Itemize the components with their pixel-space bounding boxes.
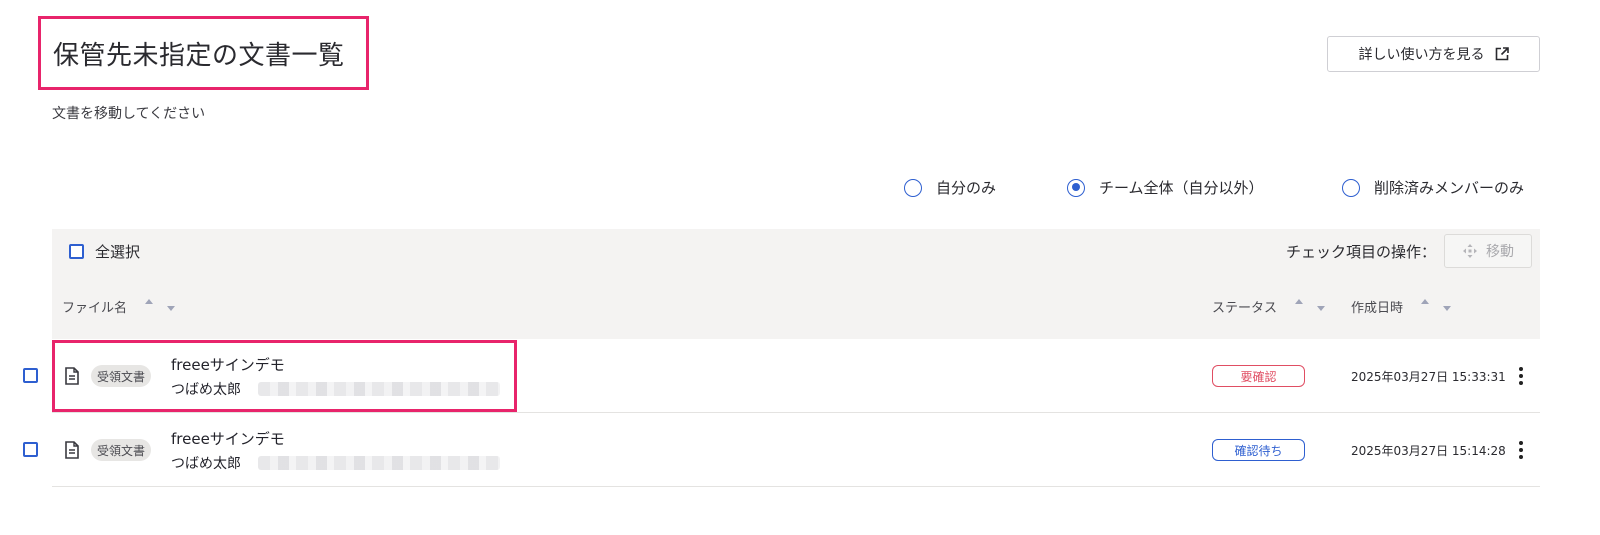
sort-controls [145,298,176,311]
column-header-created-at: 作成日時 [1351,297,1452,316]
page-title-highlight: 保管先未指定の文書一覧 [38,16,369,90]
column-header-file-name: ファイル名 [62,297,176,316]
document-type-badge: 受領文書 [91,439,152,461]
sort-controls [1295,298,1326,311]
radio-label: チーム全体（自分以外） [1099,179,1264,197]
radio-whole-team[interactable]: チーム全体（自分以外） [1067,177,1264,198]
checkbox-box [69,244,84,259]
row-divider [52,486,1540,487]
page-title: 保管先未指定の文書一覧 [53,40,345,71]
row-checkbox[interactable] [23,368,38,383]
document-type-badge: 受領文書 [91,365,152,387]
radio-circle [1342,178,1360,197]
sort-controls [1421,298,1452,311]
radio-circle-selected [1067,178,1085,197]
sort-desc-icon[interactable] [1317,305,1326,311]
owner-name: つばめ太郎 [171,382,241,398]
owner-name: つばめ太郎 [171,456,241,472]
row-checkbox[interactable] [23,442,38,457]
help-guide-label: 詳しい使い方を見る [1358,47,1485,63]
row-menu-icon[interactable] [1514,364,1528,388]
external-link-icon [1495,47,1509,61]
bulk-actions-label: チェック項目の操作： [1285,242,1436,261]
select-all-label: 全選択 [95,243,141,261]
radio-self-only[interactable]: 自分のみ [904,177,996,198]
sort-desc-icon[interactable] [1443,305,1452,311]
move-button-label: 移動 [1486,244,1514,260]
sort-asc-icon[interactable] [1295,298,1304,304]
created-at: 2025年03月27日 15:14:28 [1351,444,1506,458]
sort-asc-icon[interactable] [1421,298,1430,304]
radio-label: 自分のみ [936,179,997,197]
move-arrows-icon [1463,244,1477,258]
page-subtitle: 文書を移動してください [52,106,206,122]
sort-asc-icon[interactable] [145,298,154,304]
status-badge: 確認待ち [1212,439,1305,461]
status-badge: 要確認 [1212,365,1305,387]
column-label: 作成日時 [1351,301,1404,316]
table-header-panel: 全選択 チェック項目の操作： 移動 ファイル名 ステータス 作成日時 [52,229,1540,339]
select-all-checkbox[interactable]: 全選択 [69,241,140,262]
column-header-status: ステータス [1212,297,1326,316]
column-label: ステータス [1212,301,1278,316]
file-name-link[interactable]: freeeサインデモ [171,354,285,375]
redacted-email [258,456,500,470]
help-guide-button[interactable]: 詳しい使い方を見る [1327,36,1540,72]
radio-deleted-members-only[interactable]: 削除済みメンバーのみ [1342,177,1524,198]
redacted-email [258,382,500,396]
document-icon [65,367,79,385]
radio-circle [904,178,922,197]
sort-desc-icon[interactable] [167,305,176,311]
document-icon [65,441,79,459]
bulk-actions: チェック項目の操作： 移動 [1286,234,1532,268]
table-row[interactable]: 受領文書 freeeサインデモ つばめ太郎 確認待ち 2025年03月27日 1… [0,413,1600,487]
radio-label: 削除済みメンバーのみ [1374,179,1525,197]
file-name-link[interactable]: freeeサインデモ [171,428,285,449]
move-button[interactable]: 移動 [1444,234,1532,268]
column-label: ファイル名 [62,301,128,316]
created-at: 2025年03月27日 15:33:31 [1351,370,1506,384]
table-row[interactable]: 受領文書 freeeサインデモ つばめ太郎 要確認 2025年03月27日 15… [0,339,1600,413]
row-menu-icon[interactable] [1514,438,1528,462]
scope-filter-radio-group: 自分のみ チーム全体（自分以外） 削除済みメンバーのみ [904,177,1540,203]
